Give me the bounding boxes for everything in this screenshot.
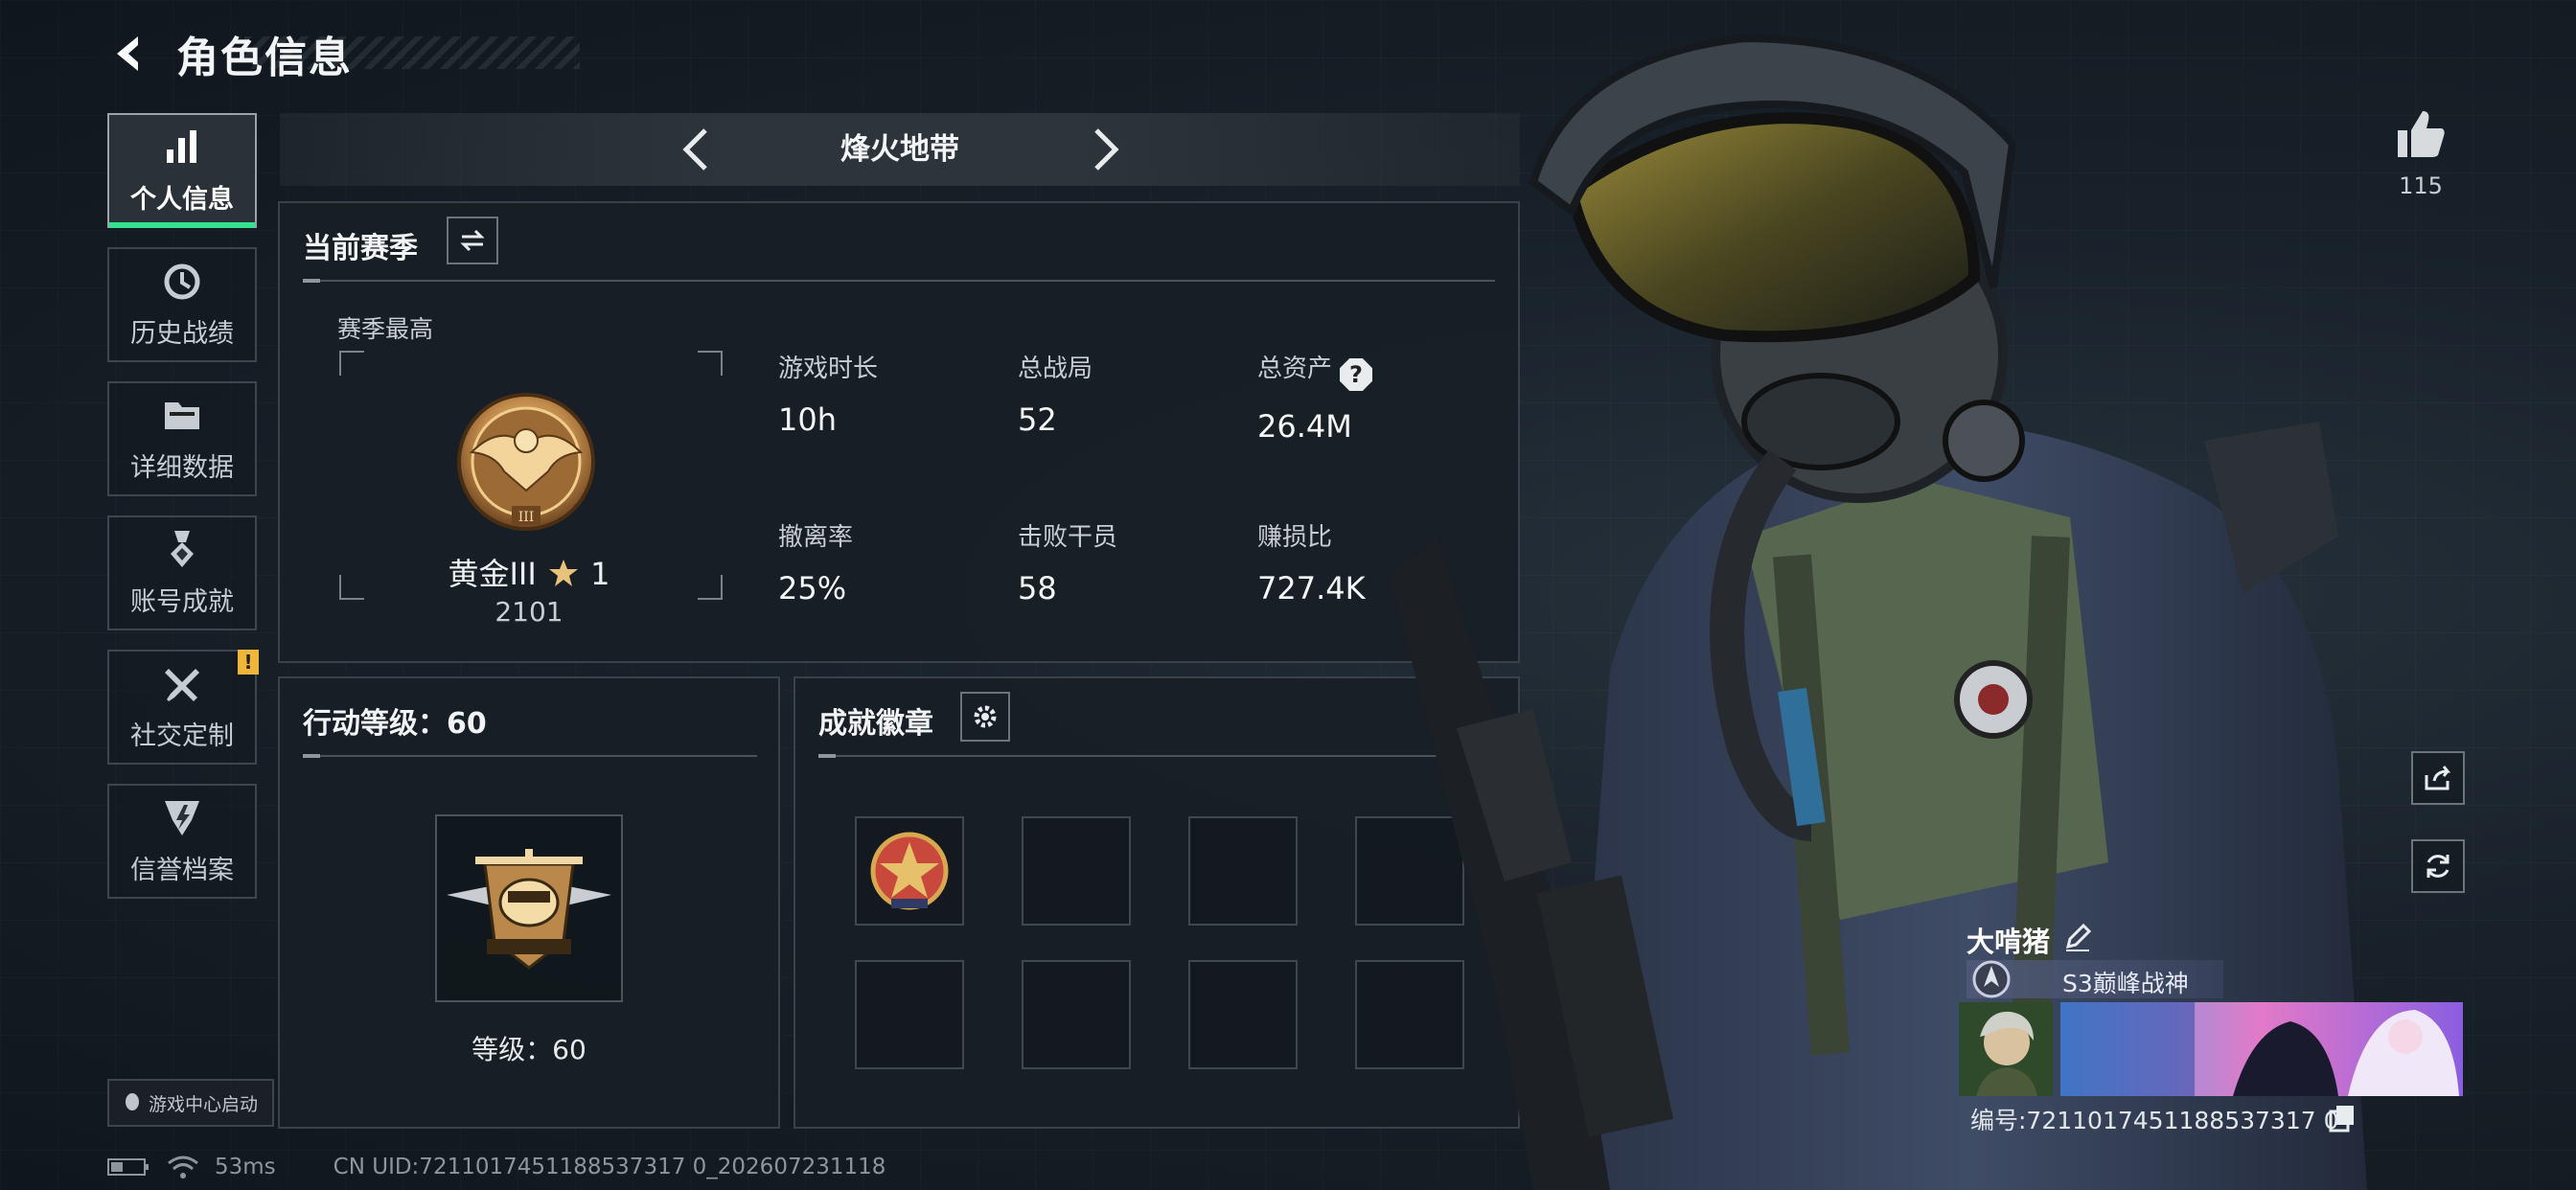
thumbs-up-icon[interactable] (2392, 105, 2450, 163)
rank-score: 2101 (494, 596, 564, 628)
player-title: S3巅峰战神 (2062, 970, 2189, 997)
page-header: 角色信息 (105, 27, 353, 82)
nav-item-detail-data[interactable]: 详细数据 (107, 381, 257, 496)
nav-label: 历史战绩 (130, 318, 234, 349)
tools-icon (165, 668, 199, 701)
level-emblem[interactable] (435, 814, 623, 1002)
season-title: 当前赛季 (303, 232, 418, 265)
rank-tier: 黄金III (448, 556, 537, 592)
qq-penguin-icon (125, 1093, 139, 1110)
gear-icon (974, 705, 997, 728)
folder-icon (165, 401, 199, 429)
page-title: 角色信息 (176, 34, 353, 82)
launch-label: 游戏中心启动 (148, 1093, 258, 1115)
like-count: 115 (2399, 172, 2443, 199)
helicopter-emblem-icon (447, 849, 611, 970)
player-name-card: 大啃猪 S3巅峰战神 编号:7211017451188537317 0 (1957, 912, 2465, 1152)
edit-pencil-icon[interactable] (2062, 922, 2093, 952)
nav-item-credit[interactable]: 信誉档案 (107, 784, 257, 899)
credit-shield-icon (165, 800, 199, 835)
star-badge-icon (870, 832, 949, 910)
badge-slot[interactable] (1022, 816, 1131, 926)
medal-icon (171, 530, 194, 567)
wifi-icon (168, 1156, 198, 1179)
ping-value: 53ms (215, 1155, 276, 1179)
share-button[interactable] (2411, 751, 2465, 805)
battery-icon (107, 1158, 149, 1176)
stat-extraction-rate: 撤离率 25% (778, 523, 854, 606)
badge-slot[interactable] (1188, 960, 1298, 1069)
share-icon (2425, 766, 2451, 790)
badge-slot[interactable] (855, 960, 964, 1069)
stat-profit-loss-ratio: 赚损比 727.4K (1257, 523, 1366, 606)
nav-item-social-custom[interactable]: 社交定制 ! (107, 650, 259, 765)
swap-icon (460, 229, 485, 252)
nav-item-history[interactable]: 历史战绩 (107, 247, 257, 362)
divider (303, 279, 1495, 283)
badge-slot[interactable] (1022, 960, 1131, 1069)
peak-warrior-emblem-icon (1972, 960, 2011, 998)
stat-total-matches: 总战局 52 (1018, 355, 1093, 438)
copy-icon[interactable] (2329, 1104, 2356, 1133)
gold-rank-medal-icon: III (457, 393, 595, 531)
season-best-label: 赛季最高 (337, 315, 434, 343)
notification-badge: ! (238, 650, 259, 675)
name-card-artwork (2060, 1002, 2463, 1096)
rank-name: 黄金III 1 (385, 550, 673, 594)
bar-chart-icon (167, 129, 196, 163)
stat-operators-defeated: 击败干员 58 (1018, 523, 1118, 606)
season-panel: 当前赛季 赛季最高 III 黄金III 1 2101 游戏时长 10h 总战局 … (278, 201, 1520, 663)
badges-title: 成就徽章 (818, 707, 933, 741)
stat-total-assets: 总资产? 26.4M (1257, 349, 1373, 445)
account-uid: CN UID:7211017451188537317 0_20260723111… (333, 1155, 886, 1179)
nav-label: 详细数据 (130, 452, 234, 483)
arrow-right-icon[interactable] (1079, 125, 1129, 174)
nav-label: 个人信息 (130, 184, 234, 215)
mode-name: 烽火地带 (840, 132, 959, 167)
history-clock-icon (164, 263, 200, 299)
action-level-panel: 行动等级：60 等级：60 (278, 676, 780, 1129)
mode-selector: 烽火地带 (280, 113, 1520, 186)
player-name: 大啃猪 (1966, 926, 2051, 958)
game-center-launch-button[interactable]: 游戏中心启动 (107, 1079, 274, 1127)
star-icon (548, 560, 578, 586)
stat-play-time: 游戏时长 10h (778, 355, 879, 438)
refresh-button[interactable] (2411, 839, 2465, 893)
level-title: 行动等级：60 (303, 707, 487, 741)
rank-stars: 1 (590, 556, 610, 592)
nav-item-achievements[interactable]: 账号成就 (107, 515, 257, 630)
refresh-icon (2426, 855, 2450, 878)
svg-text:III: III (518, 510, 535, 525)
nav-item-personal-info[interactable]: 个人信息 (107, 113, 257, 228)
divider (303, 754, 757, 758)
nav-label: 信誉档案 (130, 855, 234, 885)
level-label: 等级：60 (472, 1034, 586, 1065)
help-icon[interactable]: ? (1340, 358, 1373, 391)
back-arrow-icon[interactable] (105, 29, 155, 79)
player-uid: 编号:7211017451188537317 0 (1970, 1107, 2339, 1134)
status-bar: 53ms CN UID:7211017451188537317 0_202607… (107, 1148, 886, 1186)
badge-slot[interactable] (855, 816, 964, 926)
season-switch-button[interactable] (447, 217, 498, 264)
badge-settings-button[interactable] (960, 692, 1010, 742)
avatar[interactable] (1959, 1002, 2053, 1096)
badge-slot[interactable] (1188, 816, 1298, 926)
nav-label: 账号成就 (130, 586, 234, 617)
nav-label: 社交定制 (130, 721, 234, 751)
